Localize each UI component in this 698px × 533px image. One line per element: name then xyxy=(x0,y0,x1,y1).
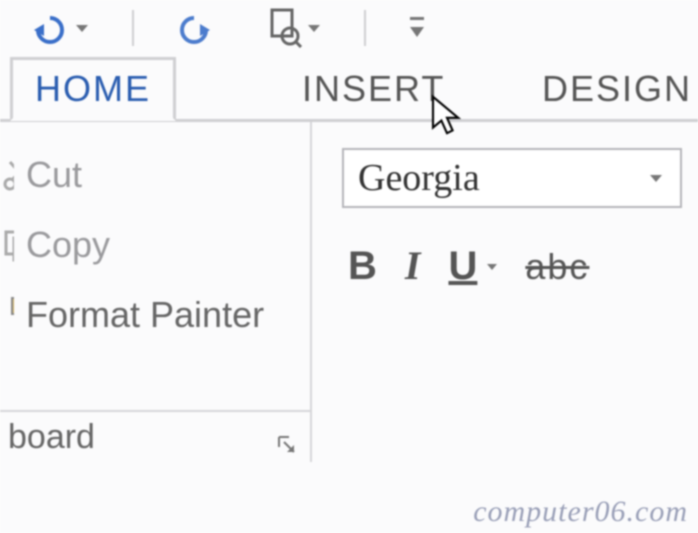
font-name-select[interactable]: Georgia xyxy=(342,148,682,208)
font-name-value: Georgia xyxy=(358,156,480,200)
undo-button[interactable] xyxy=(30,12,88,44)
clipboard-group-label: board xyxy=(8,418,95,457)
font-name-dropdown-icon[interactable] xyxy=(642,175,670,182)
group-font: Georgia B I U abc xyxy=(312,122,698,462)
print-preview-button[interactable] xyxy=(266,8,320,48)
paintbrush-icon xyxy=(2,296,14,334)
underline-button[interactable]: U xyxy=(448,244,477,289)
strikethrough-button[interactable]: abc xyxy=(525,246,589,288)
font-style-buttons: B I U abc xyxy=(342,242,682,289)
copy-label: Copy xyxy=(26,224,110,266)
scissors-icon xyxy=(2,158,14,192)
format-painter-button[interactable]: Format Painter xyxy=(0,280,310,350)
preview-dropdown-icon[interactable] xyxy=(308,25,320,32)
ribbon-content: Cut Copy xyxy=(0,122,698,462)
undo-dropdown-icon[interactable] xyxy=(76,25,88,32)
qat-divider xyxy=(132,10,134,46)
clipboard-group-footer: board xyxy=(0,410,310,462)
italic-button[interactable]: I xyxy=(405,242,421,289)
ribbon-tabs: HOME INSERT DESIGN xyxy=(0,54,698,122)
redo-button[interactable] xyxy=(178,12,214,44)
qat-divider-2 xyxy=(364,10,366,46)
cut-button[interactable]: Cut xyxy=(0,140,310,210)
copy-icon xyxy=(2,228,14,262)
quick-access-toolbar xyxy=(0,0,698,54)
cut-label: Cut xyxy=(26,154,82,196)
customize-qat-button[interactable] xyxy=(410,17,424,39)
underline-dropdown-icon[interactable] xyxy=(487,264,497,270)
copy-button[interactable]: Copy xyxy=(0,210,310,280)
tab-design[interactable]: DESIGN xyxy=(520,60,698,118)
tab-home[interactable]: HOME xyxy=(10,57,176,121)
format-painter-label: Format Painter xyxy=(26,294,264,336)
clipboard-dialog-launcher[interactable] xyxy=(276,426,298,448)
bold-button[interactable]: B xyxy=(348,244,377,289)
watermark-text: computer06.com xyxy=(473,495,688,529)
group-clipboard: Cut Copy xyxy=(0,122,312,462)
tab-insert[interactable]: INSERT xyxy=(280,60,467,118)
